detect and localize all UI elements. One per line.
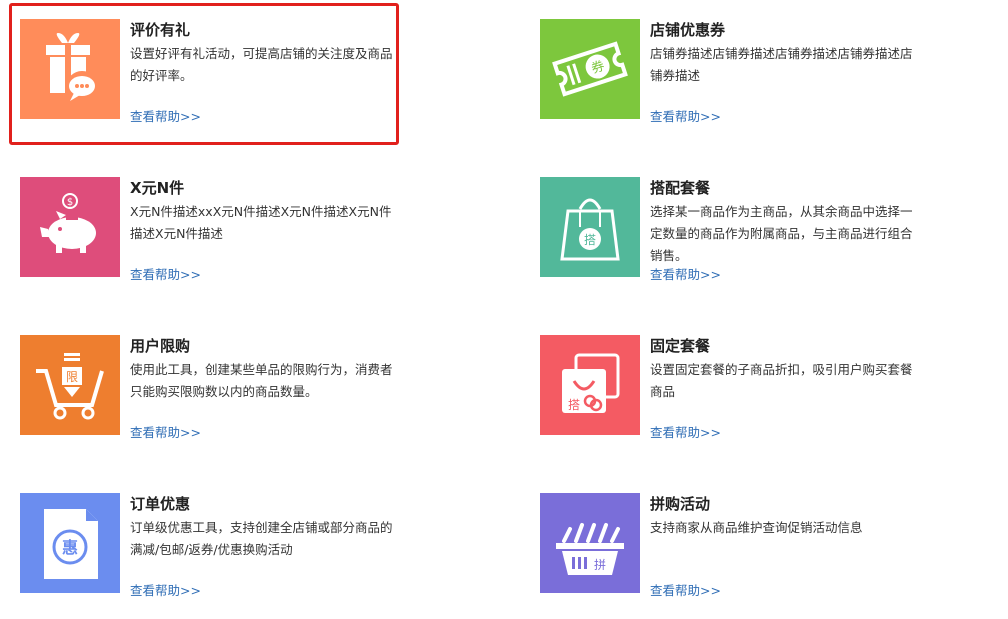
- view-help-link[interactable]: 查看帮助>>: [650, 423, 721, 443]
- card-order-discount[interactable]: 惠 订单优惠 订单级优惠工具，支持创建全店铺或部分商品的满减/包邮/返券/优惠换…: [20, 493, 420, 611]
- card-title: 店铺优惠券: [650, 21, 726, 39]
- view-help-link[interactable]: 查看帮助>>: [130, 107, 201, 127]
- view-help-link[interactable]: 查看帮助>>: [650, 581, 721, 601]
- card-title: 评价有礼: [130, 21, 191, 39]
- basket-icon: 拼: [540, 493, 640, 593]
- card-description: 店铺券描述店铺券描述店铺券描述店铺券描述店铺券描述: [650, 46, 913, 83]
- order-discount-icon: 惠: [20, 493, 120, 593]
- svg-text:拼: 拼: [594, 558, 606, 572]
- svg-text:惠: 惠: [62, 538, 78, 557]
- view-help-link[interactable]: 查看帮助>>: [130, 423, 201, 443]
- card-purchase-limit[interactable]: 限 用户限购 使用此工具，创建某些单品的限购行为，消费者只能购买限购数以内的商品…: [20, 335, 420, 453]
- view-help-link[interactable]: 查看帮助>>: [650, 107, 721, 127]
- card-description: 选择某一商品作为主商品，从其余商品中选择一定数量的商品作为附属商品，与主商品进行…: [650, 204, 913, 263]
- card-shop-coupon[interactable]: 券 店铺优惠券 店铺券描述店铺券描述店铺券描述店铺券描述店铺券描述 查看帮助>>: [540, 19, 940, 137]
- card-title: 用户限购: [130, 337, 191, 355]
- card-x-yuan-n-items[interactable]: $ X元N件 X元N件描述xxX元N件描述X元N件描述X元N件描述X元N件描述 …: [20, 177, 420, 295]
- card-title: X元N件: [130, 179, 185, 197]
- coupon-icon: 券: [540, 19, 640, 119]
- view-help-link[interactable]: 查看帮助>>: [130, 265, 201, 285]
- card-bundle-combo[interactable]: 搭 搭配套餐 选择某一商品作为主商品，从其余商品中选择一定数量的商品作为附属商品…: [540, 177, 940, 295]
- card-review-reward[interactable]: 评价有礼 设置好评有礼活动，可提高店铺的关注度及商品的好评率。 查看帮助>>: [20, 19, 420, 137]
- card-title: 固定套餐: [650, 337, 711, 355]
- piggy-bank-icon: $: [20, 177, 120, 277]
- card-fixed-bundle[interactable]: 搭 固定套餐 设置固定套餐的子商品折扣，吸引用户购买套餐商品 查看帮助>>: [540, 335, 940, 453]
- cart-limit-icon: 限: [20, 335, 120, 435]
- card-group-buy[interactable]: 拼 拼购活动 支持商家从商品维护查询促销活动信息 查看帮助>>: [540, 493, 940, 611]
- card-description: 订单级优惠工具，支持创建全店铺或部分商品的满减/包邮/返券/优惠换购活动: [130, 520, 393, 557]
- view-help-link[interactable]: 查看帮助>>: [130, 581, 201, 601]
- svg-text:搭: 搭: [584, 233, 596, 247]
- card-description: 设置好评有礼活动，可提高店铺的关注度及商品的好评率。: [130, 46, 393, 83]
- card-title: 订单优惠: [130, 495, 191, 513]
- card-title: 搭配套餐: [650, 179, 711, 197]
- card-title: 拼购活动: [650, 495, 711, 513]
- shopping-bag-icon: 搭: [540, 177, 640, 277]
- svg-text:$: $: [67, 197, 73, 208]
- svg-text:限: 限: [66, 370, 78, 384]
- card-description: 设置固定套餐的子商品折扣，吸引用户购买套餐商品: [650, 362, 913, 399]
- card-description: 使用此工具，创建某些单品的限购行为，消费者只能购买限购数以内的商品数量。: [130, 362, 393, 399]
- bundle-icon: 搭: [540, 335, 640, 435]
- svg-text:搭: 搭: [568, 398, 580, 412]
- gift-icon: [20, 19, 120, 119]
- card-description: X元N件描述xxX元N件描述X元N件描述X元N件描述X元N件描述: [130, 204, 392, 241]
- view-help-link[interactable]: 查看帮助>>: [650, 265, 721, 285]
- card-description: 支持商家从商品维护查询促销活动信息: [650, 520, 863, 535]
